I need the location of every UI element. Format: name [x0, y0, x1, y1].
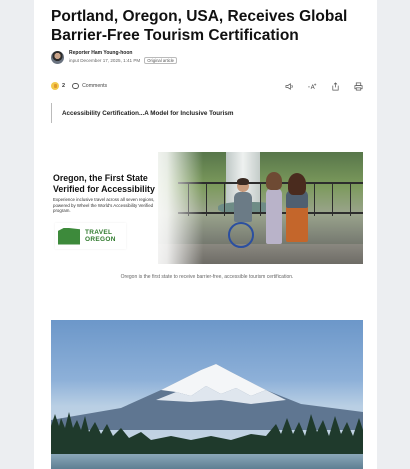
- travel-oregon-wordmark: TRAVEL OREGON: [85, 229, 116, 243]
- share-icon[interactable]: [331, 81, 340, 91]
- article-actions: 2 Comments ᵃA: [51, 80, 363, 92]
- person-hair: [266, 172, 282, 190]
- article-card: Portland, Oregon, USA, Receives Global B…: [34, 0, 377, 469]
- like-button[interactable]: 2: [51, 82, 65, 90]
- person-hair: [237, 178, 249, 185]
- listen-icon[interactable]: [285, 82, 294, 91]
- font-size-icon[interactable]: ᵃA: [308, 82, 317, 91]
- logo-line2: OREGON: [85, 236, 116, 243]
- lake: [51, 454, 363, 469]
- comments-button[interactable]: Comments: [72, 83, 107, 89]
- person-standing: [266, 188, 282, 244]
- person-seated: [234, 192, 252, 222]
- oregon-map-icon: [58, 227, 80, 245]
- travel-oregon-banner-image: Oregon, the First State Verified for Acc…: [51, 152, 363, 264]
- image-caption: Oregon is the first state to receive bar…: [120, 274, 294, 280]
- article-subheading: Accessibility Certification...A Model fo…: [51, 103, 233, 123]
- travel-oregon-logo: TRAVEL OREGON: [55, 223, 126, 249]
- wheelchair: [228, 222, 254, 248]
- person-hair: [288, 173, 306, 195]
- author-row: Reporter Ham Young-hoon input December 1…: [51, 48, 178, 66]
- comments-label: Comments: [82, 83, 108, 89]
- reporter-name[interactable]: Reporter Ham Young-hoon: [69, 50, 177, 57]
- mountain-lake-photo: [51, 320, 363, 469]
- forest: [51, 412, 363, 456]
- like-count: 2: [62, 83, 66, 89]
- input-date: input December 17, 2025, 1:41 PM: [69, 58, 141, 63]
- original-article-badge: Original article: [144, 56, 178, 65]
- article-meta: input December 17, 2025, 1:41 PM Origina…: [69, 56, 178, 65]
- author-info: Reporter Ham Young-hoon input December 1…: [69, 50, 178, 65]
- reporter-avatar[interactable]: [51, 50, 64, 64]
- print-icon[interactable]: [354, 82, 363, 91]
- svg-text:ᵃ: ᵃ: [308, 85, 310, 90]
- logo-line1: TRAVEL: [85, 229, 113, 236]
- comment-icon: [72, 83, 80, 89]
- banner-subtext: Experience inclusive travel across all s…: [53, 197, 155, 214]
- article-title: Portland, Oregon, USA, Receives Global B…: [51, 8, 348, 44]
- lightbulb-icon: [51, 82, 59, 90]
- banner-heading: Oregon, the First State Verified for Acc…: [53, 173, 155, 194]
- toolbar-icons: ᵃA: [285, 81, 363, 91]
